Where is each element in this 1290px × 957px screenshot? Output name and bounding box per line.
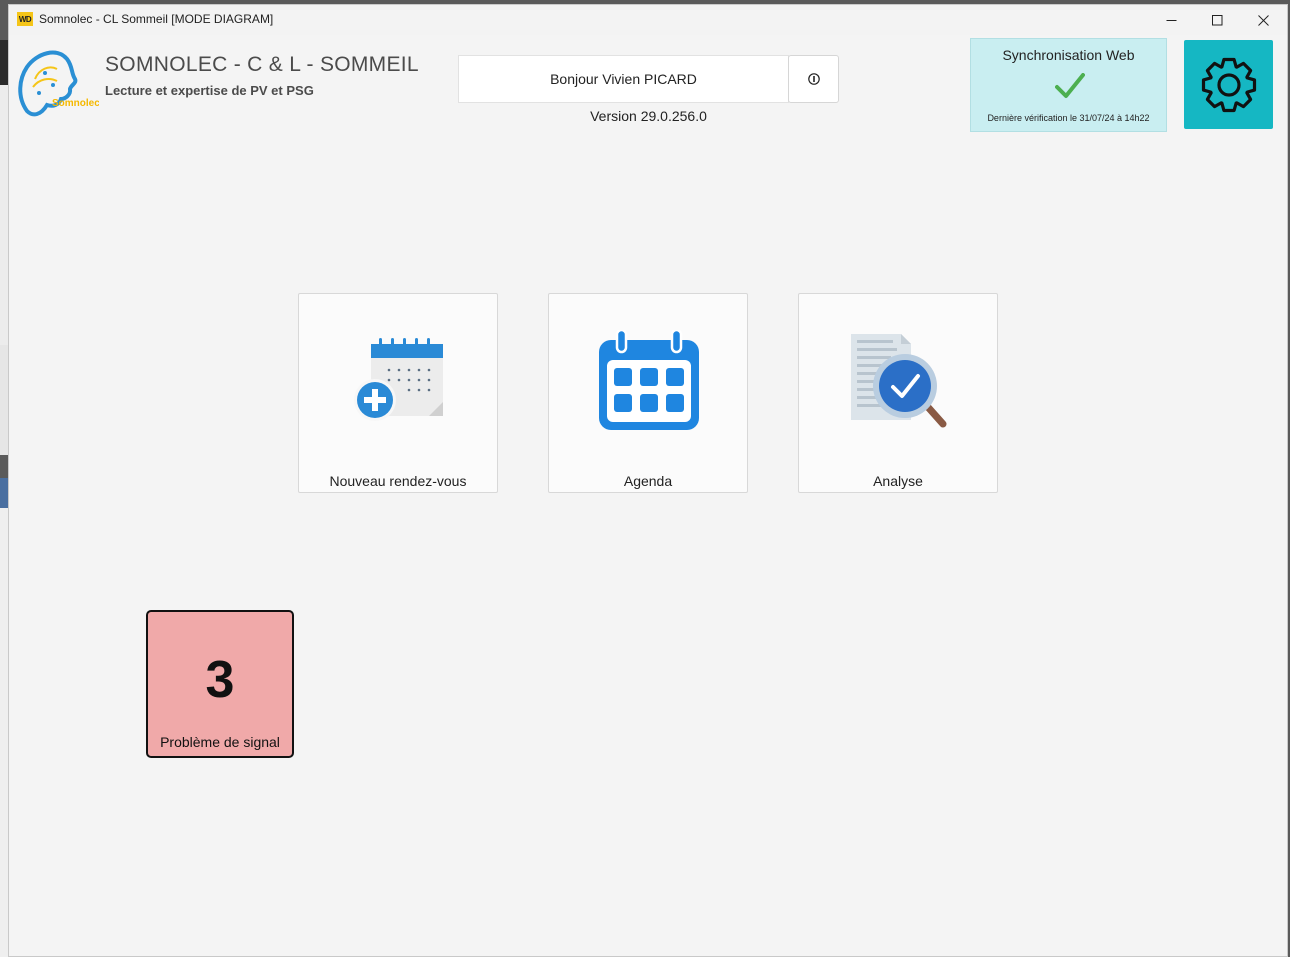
info-icon [807, 73, 820, 85]
somnolec-logo-icon: Somnolec [18, 50, 99, 117]
calendar-add-icon [354, 338, 443, 421]
tile-agenda[interactable]: Agenda [548, 293, 748, 493]
alert-count: 3 [205, 651, 235, 709]
app-title: SOMNOLEC - C & L - SOMMEIL [105, 53, 419, 76]
maximize-button[interactable] [1194, 5, 1240, 35]
calendar-icon [599, 330, 699, 430]
close-button[interactable] [1240, 5, 1286, 35]
info-button[interactable] [788, 55, 839, 103]
window-title: Somnolec - CL Sommeil [MODE DIAGRAM] [39, 12, 274, 26]
tile-label: Nouveau rendez-vous [329, 473, 467, 489]
tile-new-appointment[interactable]: Nouveau rendez-vous [298, 293, 498, 493]
greeting: Bonjour Vivien PICARD [458, 55, 789, 103]
minimize-icon [1166, 19, 1176, 21]
app-window: WD Somnolec - CL Sommeil [MODE DIAGRAM] … [8, 4, 1288, 957]
settings-button[interactable] [1184, 40, 1273, 129]
tile-analyse[interactable]: Analyse [798, 293, 998, 493]
close-icon [1257, 14, 1269, 26]
signal-problem-alert[interactable]: 3 Problème de signal [146, 610, 294, 758]
document-search-icon [851, 334, 947, 428]
alert-label: Problème de signal [160, 734, 280, 750]
sync-status-panel[interactable]: Synchronisation Web Dernière vérificatio… [970, 38, 1167, 132]
maximize-icon [1211, 14, 1222, 25]
version-label: Version 29.0.256.0 [590, 108, 707, 124]
tile-label: Analyse [873, 473, 923, 489]
checkmark-icon [1055, 73, 1085, 98]
gear-icon [1201, 57, 1256, 112]
app-subtitle: Lecture et expertise de PV et PSG [105, 83, 314, 98]
title-bar: WD Somnolec - CL Sommeil [MODE DIAGRAM] [9, 5, 1287, 35]
sync-last-check: Dernière vérification le 31/07/24 à 14h2… [987, 113, 1150, 123]
windev-logo-icon: WD [17, 12, 33, 26]
minimize-button[interactable] [1148, 5, 1194, 35]
logo-text: Somnolec [52, 98, 99, 109]
sync-title: Synchronisation Web [1002, 47, 1135, 63]
tile-label: Agenda [623, 473, 673, 489]
